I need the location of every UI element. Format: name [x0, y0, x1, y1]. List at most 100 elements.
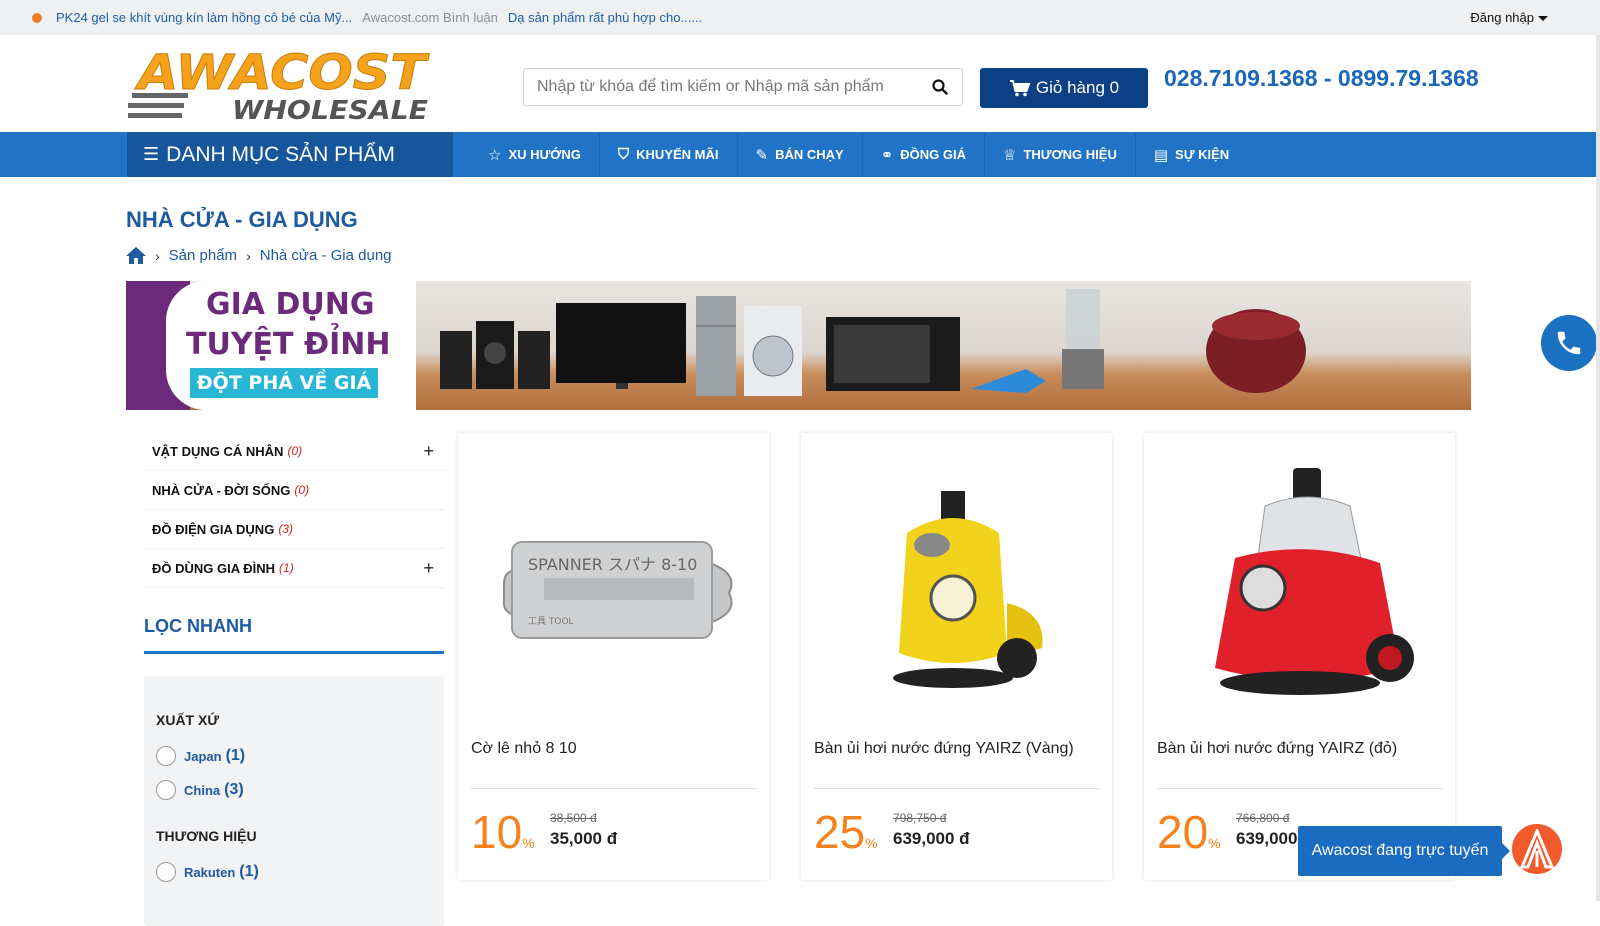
chevron-right-icon: ›	[246, 247, 251, 264]
news-link-2[interactable]: Dạ sản phẩm rất phù hợp cho......	[508, 10, 702, 25]
discount-value: 25	[814, 806, 866, 858]
hamburger-icon: ☰	[143, 144, 160, 164]
option-count: (1)	[225, 747, 246, 764]
nav-menu: ☆ XU HƯỚNG ⛉ KHUYẾN MÃI ✎ BÁN CHẠY ⚭ ĐỒNG GI…	[470, 132, 1247, 177]
old-price: 766,800 đ	[1236, 811, 1290, 825]
caret-down-icon	[1538, 16, 1548, 22]
search-icon	[932, 79, 948, 95]
option-label: Rakuten	[184, 864, 236, 880]
cart-button[interactable]: Giỏ hàng 0	[980, 68, 1148, 108]
filter-option-japan[interactable]: Japan (1)	[156, 746, 432, 766]
appliances-illustration	[440, 289, 1306, 396]
discount-percent: 25%	[814, 806, 878, 858]
search-input[interactable]	[524, 69, 919, 105]
filter-panel: XUẤT XỨ Japan (1) China (3) THƯƠNG HIỆU Ra…	[144, 676, 444, 926]
radio-button[interactable]	[156, 780, 176, 800]
notification-dot-icon	[32, 12, 42, 23]
product-card[interactable]: Bàn ủi hơi nước đứng YAIRZ (đỏ) 20% 766,…	[1144, 433, 1455, 880]
search-button[interactable]	[918, 69, 962, 105]
call-button[interactable]	[1541, 315, 1597, 371]
product-card[interactable]: Bàn ủi hơi nước đứng YAIRZ (Vàng) 25% 79…	[801, 433, 1112, 880]
product-card[interactable]: SPANNER スパナ 8-10 工具 TOOL Cờ lê nhỏ 8 10 …	[458, 433, 769, 880]
filter-option-china[interactable]: China (3)	[156, 780, 432, 800]
phone-icon	[1557, 331, 1581, 355]
origin-heading: XUẤT XỨ	[156, 712, 219, 728]
nav-item-promotion[interactable]: ⛉ KHUYẾN MÃI	[600, 132, 738, 177]
option-label: China	[184, 782, 221, 798]
live-chat-button[interactable]: Awacost đang trực tuyến	[1298, 826, 1510, 876]
login-label: Đăng nhập	[1470, 10, 1534, 25]
nav-item-events[interactable]: ▤ SỰ KIỆN	[1136, 132, 1247, 177]
old-price: 38,500 đ	[550, 811, 597, 825]
document-icon: ▤	[1153, 146, 1169, 164]
discount-value: 10	[471, 806, 523, 858]
radio-button[interactable]	[156, 746, 176, 766]
yellow-steamer-image[interactable]	[801, 453, 1112, 723]
hotline[interactable]: 028.7109.1368 - 0899.79.1368	[1164, 65, 1479, 92]
nav-item-label: THƯƠNG HIỆU	[1023, 147, 1117, 162]
option-label: Japan	[184, 748, 222, 764]
category-label: ĐỒ DÙNG GIA ĐÌNH	[152, 560, 276, 576]
scrollbar[interactable]	[1596, 35, 1600, 901]
category-menu-button[interactable]: ☰ DANH MỤC SẢN PHẨM	[127, 132, 453, 177]
quick-filter-title: LỌC NHANH	[144, 616, 444, 654]
discount-percent: 20%	[1157, 806, 1221, 858]
category-appliances[interactable]: ĐỒ ĐIỆN GIA DỤNG (3)	[144, 510, 444, 549]
spanner-image[interactable]: SPANNER スパナ 8-10 工具 TOOL	[458, 453, 769, 723]
star-icon: ☆	[488, 146, 502, 164]
search-box	[523, 68, 963, 106]
login-dropdown[interactable]: Đăng nhập	[1470, 10, 1548, 25]
nav-item-label: SỰ KIỆN	[1175, 147, 1230, 162]
nav-item-label: ĐỒNG GIÁ	[900, 147, 967, 162]
breadcrumb-current[interactable]: Nhà cửa - Gia dụng	[260, 247, 392, 264]
product-name[interactable]: Cờ lê nhỏ 8 10	[471, 740, 577, 758]
category-personal[interactable]: VẬT DỤNG CÁ NHÂN (0) +	[144, 432, 444, 471]
discount-percent: 10%	[471, 806, 535, 858]
breadcrumb-products[interactable]: Sản phẩm	[169, 247, 237, 264]
option-count: (1)	[239, 863, 259, 880]
news-link-1[interactable]: PK24 gel se khít vùng kín làm hồng cô bé…	[56, 10, 352, 25]
old-price: 798,750 đ	[893, 811, 947, 825]
product-name[interactable]: Bàn ủi hơi nước đứng YAIRZ (đỏ)	[1157, 740, 1397, 758]
promo-banner[interactable]: GIA DỤNG TUYỆT ĐỈNH ĐỘT PHÁ VỀ GIÁ	[126, 281, 1471, 410]
divider	[814, 788, 1100, 789]
radio-button[interactable]	[156, 862, 176, 882]
page-title: NHÀ CỬA - GIA DỤNG	[126, 207, 358, 232]
breadcrumb: › Sản phẩm › Nhà cửa - Gia dụng	[126, 247, 392, 264]
category-household[interactable]: ĐỒ DÙNG GIA ĐÌNH (1) +	[144, 549, 444, 588]
divider	[1157, 788, 1443, 789]
nav-item-brands[interactable]: ♕ THƯƠNG HIỆU	[985, 132, 1136, 177]
divider	[471, 788, 757, 789]
filter-option-rakuten[interactable]: Rakuten (1)	[156, 862, 432, 882]
nav-item-bestseller[interactable]: ✎ BÁN CHẠY	[738, 132, 863, 177]
chat-avatar[interactable]	[1512, 824, 1562, 874]
new-price: 35,000 đ	[550, 829, 618, 848]
news-meta: Awacost.com Bình luận	[362, 10, 498, 25]
category-menu-label: DANH MỤC SẢN PHẨM	[166, 142, 395, 166]
banner-line-1: GIA DỤNG	[206, 287, 375, 322]
banner-line-2: TUYỆT ĐỈNH	[186, 327, 391, 362]
discount-value: 20	[1157, 806, 1209, 858]
awacost-logo[interactable]: AWACOST WHOLESALE	[126, 45, 432, 126]
chevron-right-icon: ›	[155, 247, 160, 264]
hot-tag-icon: ✎	[755, 146, 769, 164]
svg-text:AWACOST: AWACOST	[134, 47, 430, 101]
category-count: (1)	[279, 561, 294, 575]
red-steamer-image[interactable]	[1144, 453, 1455, 723]
home-icon[interactable]	[126, 247, 146, 264]
nav-item-trending[interactable]: ☆ XU HƯỚNG	[470, 132, 600, 177]
expand-plus-icon[interactable]: +	[423, 441, 434, 462]
nav-item-same-price[interactable]: ⚭ ĐỒNG GIÁ	[863, 132, 986, 177]
cart-icon	[1009, 80, 1031, 97]
nav-item-label: KHUYẾN MÃI	[636, 147, 719, 162]
category-count: (0)	[294, 483, 310, 497]
product-name[interactable]: Bàn ủi hơi nước đứng YAIRZ (Vàng)	[814, 740, 1074, 758]
main-nav: ☰ DANH MỤC SẢN PHẨM ☆ XU HƯỚNG ⛉ KHUYẾN MÃ…	[0, 132, 1600, 177]
category-label: ĐỒ ĐIỆN GIA DỤNG	[152, 521, 275, 537]
category-count: (3)	[278, 522, 293, 536]
expand-plus-icon[interactable]: +	[423, 558, 434, 579]
header: AWACOST WHOLESALE Giỏ hàng 0 028.7109.13…	[0, 35, 1600, 132]
svg-text:WHOLESALE: WHOLESALE	[232, 96, 428, 123]
tag-icon: ⛉	[617, 146, 630, 163]
category-home-life[interactable]: NHÀ CỬA - ĐỜI SỐNG (0)	[144, 471, 444, 510]
